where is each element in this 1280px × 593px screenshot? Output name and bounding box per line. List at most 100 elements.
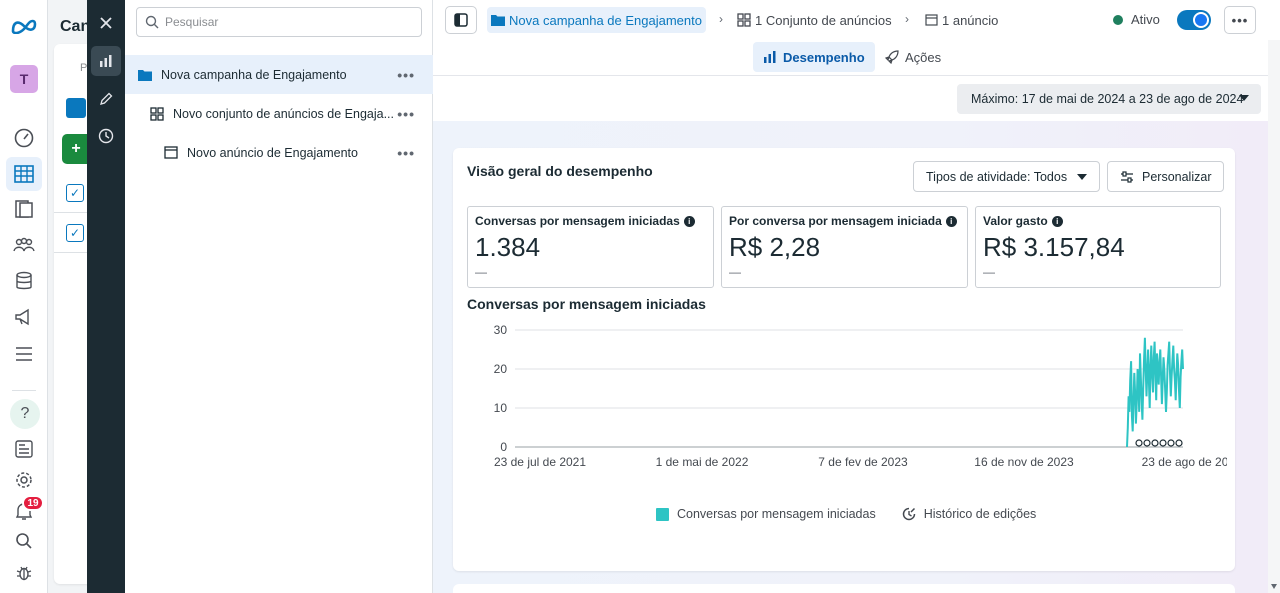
activity-type-dropdown[interactable]: Tipos de atividade: Todos (913, 161, 1101, 192)
search-box[interactable] (136, 7, 422, 37)
menu-icon[interactable] (12, 342, 36, 366)
metric-value: R$ 3.157,84 (983, 232, 1125, 262)
rocket-icon (885, 50, 899, 64)
edit-pencil-icon[interactable] (91, 84, 121, 114)
edit-history-marker (1143, 439, 1151, 447)
customize-sliders-icon (1120, 170, 1134, 183)
breadcrumb-ad-label: 1 anúncio (942, 12, 999, 28)
tab-performance[interactable]: Desempenho (753, 42, 875, 72)
metric-card[interactable]: Conversas por mensagem iniciadas i 1.384 … (467, 206, 714, 288)
more-options-icon[interactable]: ••• (397, 67, 415, 83)
history-clock-icon[interactable] (91, 121, 121, 151)
meta-logo-icon[interactable] (10, 14, 38, 38)
toggle-sidebar-button[interactable] (445, 6, 477, 34)
info-icon[interactable]: i (1051, 215, 1063, 227)
campaign-tree-panel: Nova campanha de Engajamento ••• Novo co… (125, 0, 433, 593)
vertical-scrollbar[interactable] (1268, 40, 1280, 593)
overview-title: Visão geral do desempenho (467, 163, 653, 179)
campaigns-table-icon[interactable] (12, 162, 36, 186)
metric-card[interactable]: Por conversa por mensagem iniciada i R$ 2… (721, 206, 968, 288)
avatar-letter: T (19, 71, 29, 87)
background-panel-card (54, 44, 88, 584)
more-options-button[interactable]: ••• (1224, 6, 1256, 34)
edit-history-marker (1151, 439, 1159, 447)
y-tick-label: 30 (494, 323, 508, 337)
dashboard-gauge-icon[interactable] (12, 126, 36, 150)
create-button[interactable]: + (62, 134, 90, 164)
content-area: Visão geral do desempenho Tipos de ativi… (433, 121, 1268, 593)
caret-down-icon (1239, 95, 1249, 101)
customize-label: Personalizar (1142, 169, 1212, 184)
active-toggle[interactable] (1177, 10, 1211, 30)
tree-item-label: Nova campanha de Engajamento (161, 67, 347, 82)
tree-item-adset[interactable]: Novo conjunto de anúncios de Engaja... •… (125, 94, 433, 133)
breadcrumb-campaign-label: Nova campanha de Engajamento (509, 12, 702, 28)
row-divider (54, 212, 88, 213)
campaign-folder-icon (491, 14, 505, 26)
app-rail: T ? 19 (0, 0, 48, 593)
campaign-folder-icon (137, 67, 153, 83)
more-options-icon[interactable]: ••• (397, 145, 415, 161)
toggle-knob (1193, 12, 1209, 28)
megaphone-icon[interactable] (12, 305, 36, 329)
breadcrumb-campaign[interactable]: Nova campanha de Engajamento (487, 7, 706, 33)
view-tabs: Desempenho Ações (433, 40, 1280, 76)
metric-delta: — (983, 265, 995, 279)
y-tick-label: 0 (500, 440, 507, 454)
sidebar-toggle-icon (454, 13, 468, 27)
chevron-right-icon: › (905, 12, 909, 26)
help-icon[interactable]: ? (10, 399, 40, 429)
secondary-card (453, 584, 1235, 593)
pages-icon[interactable] (12, 197, 36, 221)
caret-down-icon (1077, 173, 1088, 180)
x-tick-label: 23 de ago de 20 (1142, 455, 1227, 469)
top-bar: Nova campanha de Engajamento › 1 Conjunt… (433, 0, 1280, 40)
row-checkbox[interactable]: ✓ (66, 224, 84, 242)
conversations-line-chart: 0 10 20 30 23 de jul de 2021 1 de mai de 2022… (494, 323, 1227, 469)
row-divider (54, 252, 88, 253)
more-options-icon[interactable]: ••• (397, 106, 415, 122)
breadcrumb-adset-label: 1 Conjunto de anúncios (755, 12, 892, 28)
account-avatar[interactable]: T (10, 65, 38, 93)
legend-swatch (656, 507, 669, 521)
edit-history-marker (1175, 439, 1183, 447)
y-tick-label: 20 (494, 362, 508, 376)
metric-label-text: Por conversa por mensagem iniciada (729, 214, 942, 228)
background-panel-title: Can (60, 18, 91, 35)
settings-gear-icon[interactable] (12, 468, 36, 492)
breadcrumb-adset[interactable]: 1 Conjunto de anúncios (733, 7, 896, 33)
breadcrumb-ad[interactable]: 1 anúncio (921, 7, 1002, 33)
close-icon[interactable] (91, 8, 121, 38)
row-checkbox[interactable]: ✓ (66, 184, 84, 202)
info-icon[interactable]: i (683, 215, 695, 227)
search-icon[interactable] (12, 529, 36, 553)
reports-icon[interactable] (12, 437, 36, 461)
info-icon[interactable]: i (945, 215, 957, 227)
database-icon[interactable] (12, 269, 36, 293)
status-label: Ativo (1131, 12, 1160, 27)
legend-history-label: Histórico de edições (923, 507, 1037, 521)
tab-actions[interactable]: Ações (875, 42, 951, 72)
bug-report-icon[interactable] (12, 561, 36, 585)
chart-legend: Conversas por mensagem iniciadas Históri… (656, 507, 1036, 521)
audiences-icon[interactable] (12, 233, 36, 257)
date-range-selector[interactable]: Máximo: 17 de mai de 2024 a 23 de ago de… (957, 84, 1261, 114)
chart-title: Conversas por mensagem iniciadas (467, 296, 706, 312)
tree-item-campaign[interactable]: Nova campanha de Engajamento ••• (125, 55, 433, 94)
performance-chart-icon[interactable] (91, 46, 121, 76)
x-tick-label: 23 de jul de 2021 (494, 455, 586, 469)
rail-divider (12, 390, 36, 391)
tree-item-label: Novo anúncio de Engajamento (187, 145, 358, 160)
customize-button[interactable]: Personalizar (1107, 161, 1225, 192)
search-input[interactable] (165, 15, 405, 29)
status-indicator: Ativo (1113, 12, 1160, 27)
tree-item-ad[interactable]: Novo anúncio de Engajamento ••• (125, 133, 433, 172)
metric-card[interactable]: Valor gasto i R$ 3.157,84 — (975, 206, 1221, 288)
x-tick-label: 7 de fev de 2023 (818, 455, 908, 469)
editor-mode-rail (87, 0, 125, 593)
chevron-right-icon: › (719, 12, 723, 26)
scroll-down-icon[interactable] (1271, 584, 1277, 589)
y-tick-label: 10 (494, 401, 508, 415)
tab-actions-label: Ações (905, 49, 942, 65)
notifications-badge: 19 (22, 495, 44, 511)
